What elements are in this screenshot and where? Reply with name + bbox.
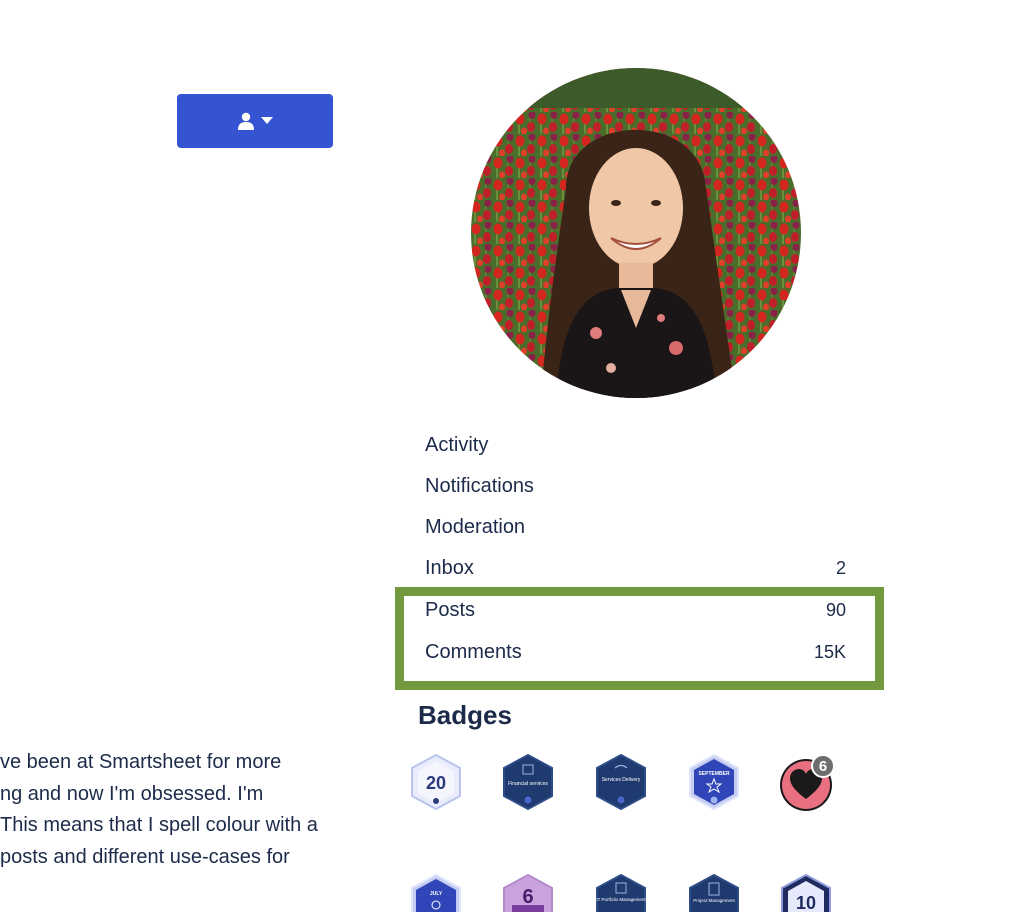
badge-text: 20 xyxy=(426,773,446,793)
nav-item-count xyxy=(846,466,848,506)
nav-item-count xyxy=(846,507,848,547)
caret-down-icon xyxy=(261,117,273,125)
about-line: ve been at Smartsheet for more xyxy=(0,751,282,773)
nav-item-count xyxy=(846,425,848,465)
avatar[interactable] xyxy=(471,68,801,398)
user-icon xyxy=(237,112,255,130)
nav-item-inbox[interactable]: Inbox 2 xyxy=(425,548,848,588)
badge-text: Services Delivery xyxy=(602,777,641,783)
badge-ten[interactable]: 10 xyxy=(780,873,832,912)
nav-item-activity[interactable]: Activity xyxy=(425,425,848,465)
badge-services-delivery[interactable]: Services Delivery xyxy=(595,753,647,811)
badge-financial-services[interactable]: Financial services xyxy=(502,753,554,811)
about-line: posts and different use-cases for xyxy=(0,845,290,868)
about-line: This means that I spell colour with a xyxy=(0,814,318,836)
badge-text: SEPTEMBER xyxy=(698,771,730,777)
badge-text: JULY xyxy=(430,891,443,897)
nav-item-label: Moderation xyxy=(425,516,526,538)
badge-text: Financial services xyxy=(508,781,548,787)
user-menu-button[interactable] xyxy=(177,94,333,148)
badge-july[interactable]: JULY xyxy=(410,873,462,912)
about-text: ve been at Smartsheet for more ng and no… xyxy=(0,747,340,873)
badge-text: 10 xyxy=(796,893,816,912)
nav-item-label: Activity xyxy=(425,434,489,456)
nav-item-moderation[interactable]: Moderation xyxy=(425,507,848,547)
inbox-count: 2 xyxy=(835,558,846,578)
badge-project-management[interactable]: Project Management xyxy=(688,873,740,912)
badge-six[interactable]: 6 xyxy=(502,873,554,912)
nav-item-notifications[interactable]: Notifications xyxy=(425,466,848,506)
nav-item-label: Notifications xyxy=(425,475,534,497)
badge-text: Project Management xyxy=(693,898,735,903)
heart-badge-count: 6 xyxy=(819,758,827,775)
badge-september[interactable]: SEPTEMBER xyxy=(688,753,740,811)
highlight-box xyxy=(395,587,884,690)
badge-it-portfolio-management[interactable]: IT Portfolio Management xyxy=(595,873,647,912)
badge-20-anniversary[interactable]: 20 xyxy=(410,753,462,811)
badge-text: IT Portfolio Management xyxy=(596,897,646,902)
badge-heart[interactable]: 6 xyxy=(780,754,836,813)
badges-heading: Badges xyxy=(418,700,512,730)
about-line: ng and now I'm obsessed. I'm xyxy=(0,782,264,805)
badge-text: 6 xyxy=(522,886,533,908)
nav-item-label: Inbox xyxy=(425,557,474,579)
